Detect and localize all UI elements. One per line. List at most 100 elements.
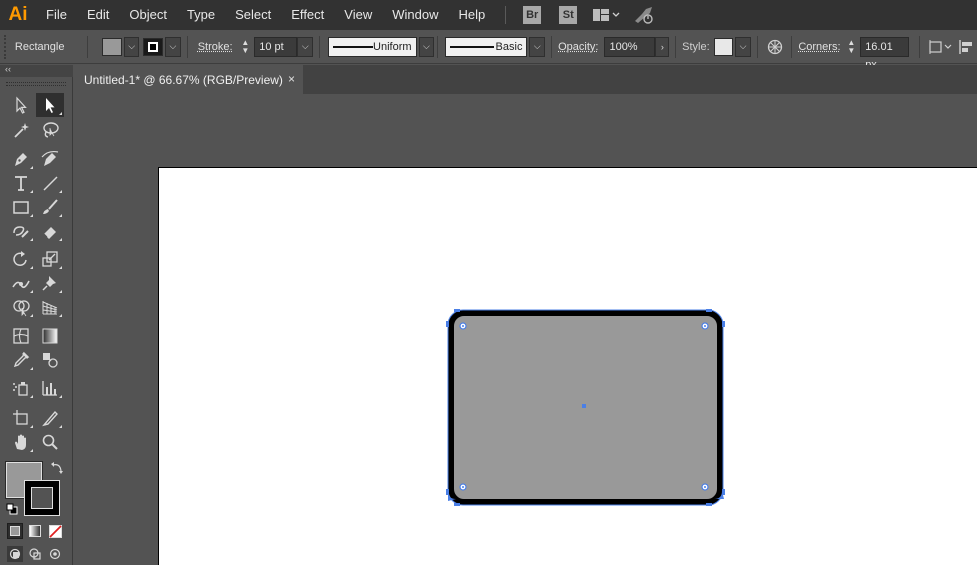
- opacity-field[interactable]: 100%: [604, 36, 656, 57]
- column-graph-tool[interactable]: [36, 376, 64, 400]
- curvature-tool[interactable]: [36, 147, 64, 171]
- hand-tool[interactable]: [7, 430, 35, 454]
- selection-tool[interactable]: [7, 93, 35, 117]
- chevron-down-icon: ⌵: [422, 41, 430, 51]
- shape-builder-tool[interactable]: [7, 295, 35, 319]
- anchor-point[interactable]: [706, 309, 712, 312]
- anchor-point[interactable]: [454, 309, 460, 312]
- graphic-style-dropdown[interactable]: ⌵: [735, 36, 751, 57]
- chevron-down-icon: ⌵: [169, 41, 177, 51]
- anchor-point[interactable]: [722, 321, 725, 327]
- rounded-rectangle-shape[interactable]: [440, 303, 732, 513]
- default-fill-stroke-button[interactable]: [6, 503, 18, 515]
- zoom-tool[interactable]: [36, 430, 64, 454]
- mesh-tool[interactable]: [7, 324, 35, 348]
- corners-stepper[interactable]: ▲ ▼: [845, 37, 859, 57]
- stroke-weight-stepper[interactable]: ▲ ▼: [239, 37, 253, 57]
- stroke-weight-dropdown[interactable]: ⌵: [297, 36, 314, 57]
- menu-type[interactable]: Type: [177, 0, 225, 30]
- variable-width-profile[interactable]: Uniform: [328, 36, 417, 57]
- align-button[interactable]: [956, 36, 977, 58]
- document-tab[interactable]: Untitled-1* @ 66.67% (RGB/Preview) ×: [73, 65, 303, 94]
- anchor-point[interactable]: [454, 503, 460, 506]
- draw-normal-button[interactable]: [7, 546, 23, 562]
- blend-tool[interactable]: [36, 348, 64, 372]
- tool-group-indicator: [59, 290, 62, 293]
- none-mode-button[interactable]: [47, 523, 63, 539]
- tools-panel-grip[interactable]: [6, 82, 66, 86]
- menu-object[interactable]: Object: [119, 0, 177, 30]
- menu-select[interactable]: Select: [225, 0, 281, 30]
- perspective-grid-icon: [42, 301, 58, 315]
- hand-icon: [15, 434, 26, 450]
- slice-tool[interactable]: [36, 406, 64, 430]
- fill-swatch[interactable]: [102, 37, 122, 56]
- eraser-tool[interactable]: [36, 219, 64, 243]
- perspective-grid-tool[interactable]: [36, 295, 64, 319]
- gradient-mode-button[interactable]: [27, 523, 43, 539]
- type-tool[interactable]: [7, 171, 35, 195]
- puppet-warp-tool[interactable]: [36, 271, 64, 295]
- opacity-expand-button[interactable]: ›: [655, 36, 670, 57]
- gpu-performance-button[interactable]: [632, 5, 656, 25]
- stroke-color-dropdown[interactable]: ⌵: [165, 36, 181, 57]
- bridge-button[interactable]: Br: [523, 6, 542, 24]
- menu-view[interactable]: View: [334, 0, 382, 30]
- none-swatch-icon: [48, 524, 62, 538]
- corners-field[interactable]: 16.01 px: [860, 36, 910, 71]
- stock-button[interactable]: St: [559, 6, 578, 24]
- rotate-tool[interactable]: [7, 247, 35, 271]
- mesh-icon: [13, 328, 29, 344]
- separator: [791, 35, 793, 58]
- line-segment-tool[interactable]: [36, 171, 64, 195]
- shaper-tool[interactable]: [7, 219, 35, 243]
- lasso-tool[interactable]: [36, 118, 64, 142]
- opacity-label[interactable]: Opacity:: [558, 41, 598, 53]
- rectangle-tool[interactable]: [7, 195, 35, 219]
- pen-tool[interactable]: [7, 147, 35, 171]
- corners-label[interactable]: Corners:: [798, 41, 840, 53]
- anchor-point[interactable]: [446, 321, 449, 327]
- recolor-artwork-button[interactable]: [764, 36, 785, 58]
- scale-icon: [42, 251, 58, 267]
- width-tool[interactable]: [7, 271, 35, 295]
- anchor-point[interactable]: [446, 489, 449, 495]
- color-mode-button[interactable]: [7, 523, 23, 539]
- eyedropper-tool[interactable]: [7, 348, 35, 372]
- shape-options-button[interactable]: [926, 36, 955, 58]
- gradient-tool[interactable]: [36, 324, 64, 348]
- brush-definition-dropdown[interactable]: ⌵: [529, 36, 546, 57]
- paintbrush-tool[interactable]: [36, 195, 64, 219]
- anchor-point[interactable]: [706, 503, 712, 506]
- menu-edit[interactable]: Edit: [77, 0, 119, 30]
- stroke-swatch[interactable]: [143, 37, 164, 56]
- control-bar-grip[interactable]: [4, 34, 10, 59]
- draw-behind-button[interactable]: [27, 546, 43, 562]
- chevron-right-icon: ›: [660, 41, 664, 52]
- shape-builder-icon: [13, 300, 30, 317]
- stroke-label[interactable]: Stroke:: [198, 41, 233, 53]
- menu-window[interactable]: Window: [382, 0, 448, 30]
- eraser-icon: [43, 227, 56, 239]
- artboard-tool[interactable]: [7, 406, 35, 430]
- menu-file[interactable]: File: [36, 0, 77, 30]
- tool-group-indicator: [59, 112, 62, 115]
- scale-tool[interactable]: [36, 247, 64, 271]
- stroke-color-frame[interactable]: [24, 480, 60, 516]
- close-tab-button[interactable]: ×: [288, 72, 295, 86]
- arrange-documents-button[interactable]: [592, 8, 620, 22]
- fill-dropdown[interactable]: ⌵: [123, 36, 140, 57]
- direct-selection-tool[interactable]: [36, 93, 64, 117]
- tool-group-indicator: [30, 395, 33, 398]
- collapse-panel-button[interactable]: ‹‹: [5, 64, 11, 74]
- menu-help[interactable]: Help: [448, 0, 495, 30]
- graphic-style-swatch[interactable]: [713, 37, 734, 56]
- draw-inside-button[interactable]: [47, 546, 63, 562]
- stroke-weight-field[interactable]: 10 pt: [254, 36, 298, 57]
- brush-definition[interactable]: Basic: [445, 36, 528, 57]
- variable-width-dropdown[interactable]: ⌵: [418, 36, 435, 57]
- symbol-sprayer-tool[interactable]: [7, 376, 35, 400]
- swap-fill-stroke-button[interactable]: [50, 461, 64, 475]
- magic-wand-tool[interactable]: [7, 118, 35, 142]
- menu-effect[interactable]: Effect: [281, 0, 334, 30]
